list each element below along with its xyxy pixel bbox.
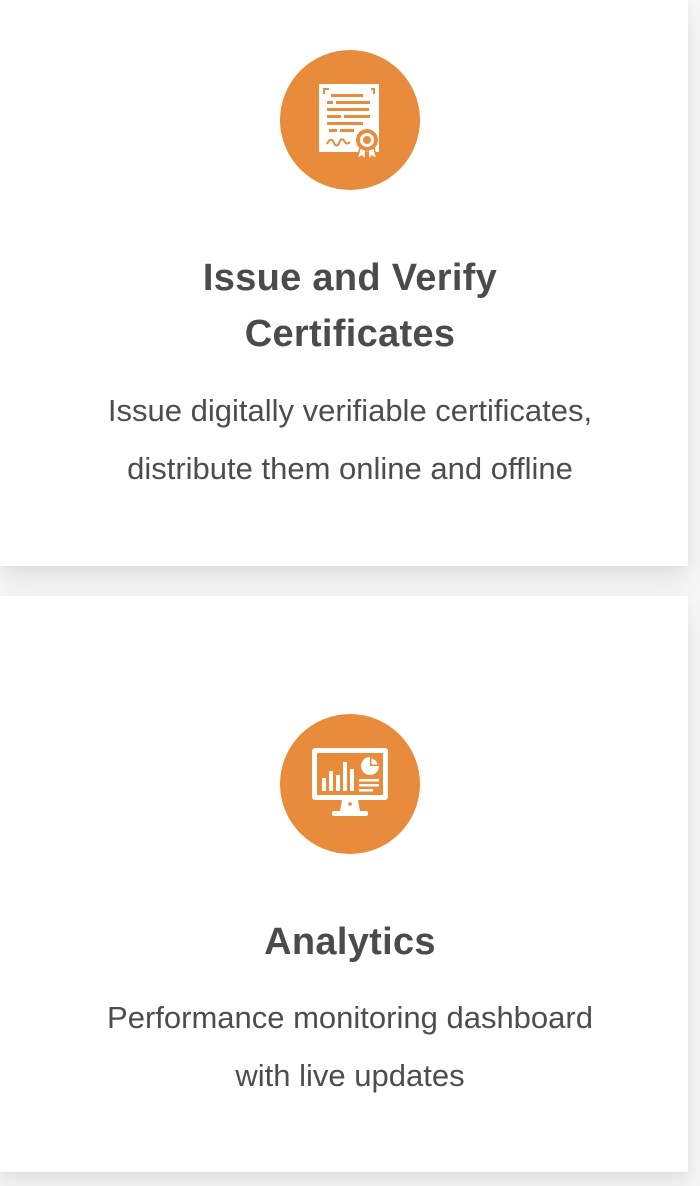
- feature-description: Performance monitoring dashboard with li…: [0, 989, 700, 1105]
- feature-description: Issue digitally verifiable certificates,…: [0, 382, 700, 498]
- feature-card-certificates: Issue and Verify Certificates Issue digi…: [0, 0, 688, 566]
- certificate-icon: [319, 84, 379, 160]
- feature-card-analytics: Analytics Performance monitoring dashboa…: [0, 596, 688, 1172]
- feature-description-line-1: Issue digitally verifiable certificates,: [107, 393, 593, 428]
- feature-title-line-1: Analytics: [264, 921, 436, 963]
- feature-title: Analytics: [0, 914, 700, 970]
- feature-description-line-2: with live updates: [235, 1058, 465, 1093]
- feature-title: Issue and Verify Certificates: [0, 250, 700, 362]
- feature-description-line-1: Performance monitoring dashboard: [107, 1000, 593, 1035]
- certificate-icon-circle: [280, 50, 420, 190]
- feature-title-line-1: Issue and Verify: [202, 257, 498, 299]
- feature-description-line-2: distribute them online and offline: [127, 451, 573, 486]
- analytics-monitor-icon: [312, 748, 388, 816]
- analytics-icon-circle: [280, 714, 420, 854]
- feature-title-line-2: Certificates: [244, 313, 456, 355]
